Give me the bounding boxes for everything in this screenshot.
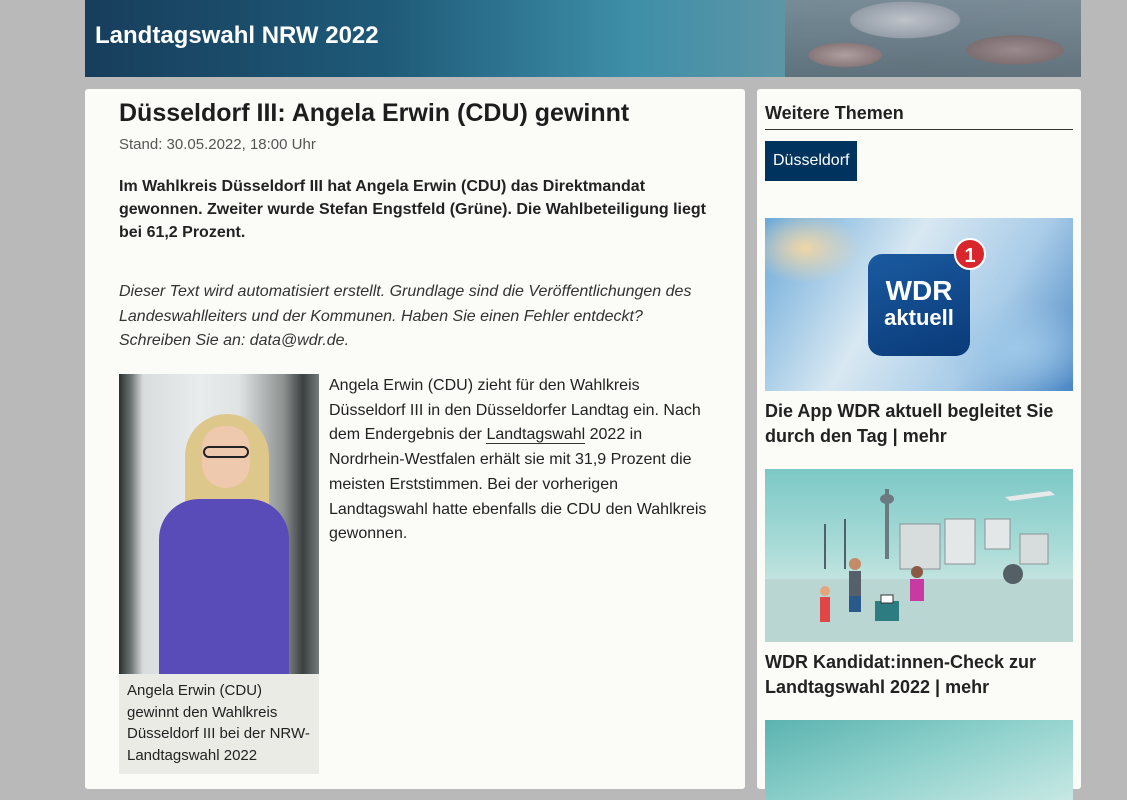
election-illustration bbox=[765, 489, 1073, 642]
teaser-image-wdr-app[interactable]: WDR aktuell 1 bbox=[765, 218, 1073, 391]
photo-glasses bbox=[203, 446, 249, 458]
tag-duesseldorf[interactable]: Düsseldorf bbox=[765, 141, 858, 181]
article-figure: Angela Erwin (CDU) gewinnt den Wahlkreis… bbox=[119, 374, 319, 774]
article-main: Düsseldorf III: Angela Erwin (CDU) gewin… bbox=[85, 89, 745, 789]
notification-badge: 1 bbox=[954, 238, 986, 270]
header-title[interactable]: Landtagswahl NRW 2022 bbox=[95, 22, 379, 50]
app-icon-text-wdr: WDR bbox=[885, 275, 953, 306]
article-automation-note: Dieser Text wird automatisiert erstellt.… bbox=[119, 283, 692, 349]
article-title: Düsseldorf III: Angela Erwin (CDU) gewin… bbox=[119, 99, 630, 127]
teaser-title-kandidaten-check[interactable]: WDR Kandidat:innen-Check zur Landtagswah… bbox=[765, 650, 1065, 700]
landtagswahl-link[interactable]: Landtagswahl bbox=[486, 426, 586, 445]
article-lead: Im Wahlkreis Düsseldorf III hat Angela E… bbox=[119, 178, 706, 241]
wdr-aktuell-app-icon: WDR aktuell bbox=[868, 254, 970, 356]
teaser-image-partial[interactable] bbox=[765, 720, 1073, 800]
sidebar-heading: Weitere Themen bbox=[765, 103, 1073, 130]
teaser-image-kandidaten-check[interactable] bbox=[765, 469, 1073, 642]
candidate-photo[interactable] bbox=[119, 374, 319, 674]
image-caption: Angela Erwin (CDU) gewinnt den Wahlkreis… bbox=[119, 674, 319, 774]
header-banner: Landtagswahl NRW 2022 bbox=[85, 0, 1081, 77]
article-timestamp: Stand: 30.05.2022, 18:00 Uhr bbox=[119, 136, 316, 153]
photo-dress bbox=[159, 499, 289, 674]
article-body: Angela Erwin (CDU) zieht für den Wahlkre… bbox=[329, 374, 719, 547]
landtag-building-image bbox=[785, 0, 1081, 77]
sidebar: Weitere Themen Düsseldorf WDR aktuell 1 … bbox=[757, 89, 1081, 800]
teaser-title-wdr-app[interactable]: Die App WDR aktuell begleitet Sie durch … bbox=[765, 399, 1065, 449]
app-icon-text-aktuell: aktuell bbox=[884, 305, 954, 330]
